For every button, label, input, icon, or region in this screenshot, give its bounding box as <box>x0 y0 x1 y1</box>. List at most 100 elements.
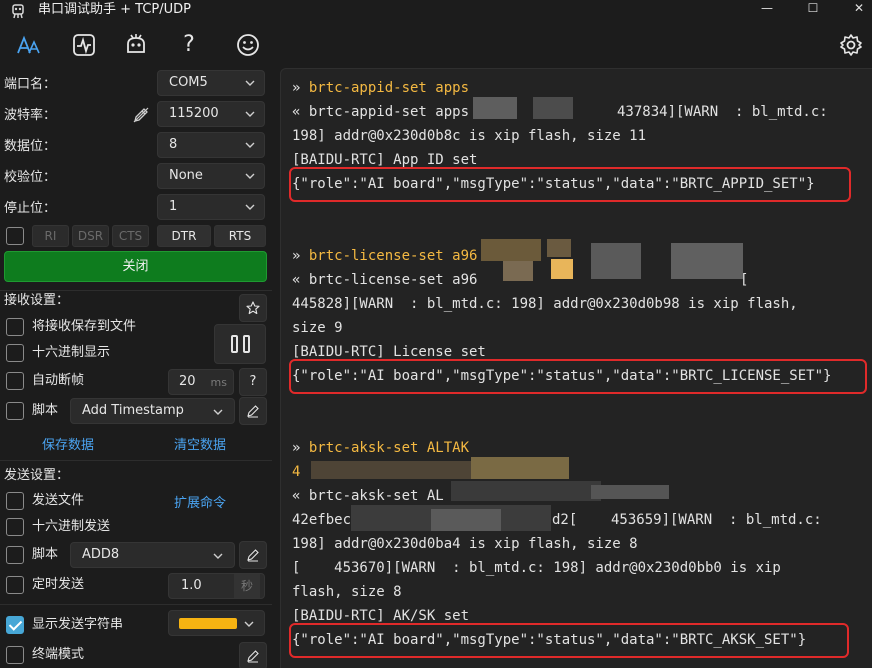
save-data-link[interactable]: 保存数据 <box>42 434 94 453</box>
pause-icon <box>231 335 238 353</box>
redacted-block <box>471 457 569 479</box>
maximize-button[interactable]: ☐ <box>790 0 836 18</box>
send-script-value: ADD8 <box>82 547 120 562</box>
smiley-icon[interactable] <box>235 32 261 58</box>
baud-select[interactable]: 115200 <box>157 101 265 127</box>
terminal-mode-checkbox[interactable] <box>6 646 24 664</box>
receive-script-select[interactable]: Add Timestamp <box>70 398 235 424</box>
auto-frame-label: 自动断帧 <box>32 373 85 388</box>
close-port-button[interactable]: 关闭 <box>4 251 267 282</box>
terminal-line: 437834][WARN : bl_mtd.c: <box>617 104 828 120</box>
pen-icon <box>247 405 259 418</box>
hex-display-checkbox[interactable] <box>6 344 24 362</box>
extend-command-link[interactable]: 扩展命令 <box>174 492 226 511</box>
redacted-block <box>481 239 541 261</box>
send-script-checkbox[interactable] <box>6 546 24 564</box>
hex-send-checkbox[interactable] <box>6 518 24 536</box>
receive-terminal[interactable]: » brtc-appid-set apps « brtc-appid-set a… <box>280 68 872 668</box>
terminal-command-line: » brtc-appid-set apps <box>292 79 469 97</box>
font-size-icon[interactable] <box>16 32 42 58</box>
timed-send-unit: 秒 <box>234 574 260 598</box>
window-title: 串口调试助手 + TCP/UDP <box>38 2 191 17</box>
redacted-block <box>547 239 571 257</box>
send-file-checkbox[interactable] <box>6 492 24 510</box>
chevron-down-icon <box>244 621 254 627</box>
timed-send-checkbox[interactable] <box>6 576 24 594</box>
terminal-command-line: » brtc-license-set a96 <box>292 247 477 265</box>
redacted-block <box>451 481 601 501</box>
chevron-down-icon <box>245 204 255 210</box>
edit-send-script-button[interactable] <box>239 541 267 569</box>
bot-icon[interactable] <box>123 32 149 58</box>
edit-receive-script-button[interactable] <box>239 397 267 425</box>
send-color-picker[interactable] <box>168 610 265 636</box>
receive-script-checkbox[interactable] <box>6 402 24 420</box>
databits-select[interactable]: 8 <box>157 132 265 158</box>
chevron-down-icon <box>213 553 223 559</box>
save-to-file-label: 将接收保存到文件 <box>32 319 137 334</box>
chevron-down-icon <box>245 80 255 86</box>
auto-frame-checkbox[interactable] <box>6 372 24 390</box>
ri-indicator: RI <box>32 225 69 247</box>
terminal-mode-label: 终端模式 <box>32 647 85 662</box>
terminal-command-line: » brtc-aksk-set ALTAK <box>292 439 469 457</box>
pause-button[interactable] <box>214 324 266 364</box>
hex-display-label: 十六进制显示 <box>32 345 111 360</box>
prompt-glyph: » <box>292 80 309 96</box>
parity-label: 校验位： <box>4 170 57 185</box>
dsr-indicator: DSR <box>72 225 109 247</box>
command-text: brtc-license-set a96 <box>308 248 478 264</box>
auto-frame-help-button[interactable]: ? <box>239 368 267 396</box>
parity-value: None <box>169 168 203 183</box>
parity-select[interactable]: None <box>157 163 265 189</box>
terminal-line: size 9 <box>292 320 343 336</box>
cts-indicator: CTS <box>112 225 149 247</box>
edit-baud-icon[interactable] <box>132 106 150 124</box>
flow-control-checkbox[interactable] <box>6 227 24 245</box>
terminal-scrollbar[interactable] <box>868 77 871 637</box>
terminal-line: « brtc-license-set a96 <box>292 272 478 288</box>
gear-icon[interactable] <box>838 32 864 58</box>
baud-label: 波特率： <box>4 108 57 123</box>
pen-icon <box>247 650 259 663</box>
prompt-glyph: » <box>292 440 309 456</box>
clear-data-link[interactable]: 清空数据 <box>174 434 226 453</box>
stopbits-value: 1 <box>169 199 178 214</box>
minimize-button[interactable]: — <box>744 0 790 18</box>
show-send-string-checkbox[interactable] <box>6 616 24 634</box>
rts-toggle[interactable]: RTS <box>214 225 266 247</box>
redacted-block <box>591 243 641 279</box>
show-send-string-label: 显示发送字符串 <box>32 617 124 632</box>
terminal-line: flash, size 8 <box>292 584 402 600</box>
terminal-line: d2[ 453659][WARN : bl_mtd.c: <box>552 512 822 528</box>
favorite-button[interactable] <box>239 294 267 322</box>
redacted-block <box>503 261 533 281</box>
waveform-icon[interactable] <box>71 32 97 58</box>
auto-frame-input[interactable]: 20 ms <box>168 369 234 395</box>
stopbits-select[interactable]: 1 <box>157 194 265 220</box>
divider <box>0 604 272 605</box>
close-window-button[interactable]: ✕ <box>836 0 872 18</box>
stopbits-label: 停止位： <box>4 201 57 216</box>
redacted-block <box>473 97 517 119</box>
dtr-toggle[interactable]: DTR <box>157 225 211 247</box>
receive-script-value: Add Timestamp <box>82 403 184 418</box>
main-toolbar: ? <box>0 22 872 68</box>
timed-send-interval-input[interactable]: 1.0 秒 <box>168 573 265 599</box>
receive-section-label: 接收设置： <box>4 293 70 308</box>
settings-panel: 端口名： COM5 波特率： 115200 数据位： 8 校验位： None 停… <box>0 68 272 668</box>
divider <box>0 290 272 291</box>
send-script-select[interactable]: ADD8 <box>70 542 235 568</box>
edit-terminal-button[interactable] <box>239 642 267 668</box>
terminal-line: 4 <box>292 464 301 480</box>
baud-value: 115200 <box>169 106 219 121</box>
save-to-file-checkbox[interactable] <box>6 318 24 336</box>
terminal-line: 198] addr@0x230d0b8c is xip flash, size … <box>292 128 647 144</box>
terminal-line: 445828][WARN : bl_mtd.c: 198] addr@0x230… <box>292 296 798 312</box>
pause-icon-bar <box>243 335 250 353</box>
help-icon[interactable]: ? <box>176 32 202 58</box>
command-text: brtc-aksk-set ALTAK <box>308 440 470 456</box>
redacted-block <box>431 509 501 531</box>
port-select[interactable]: COM5 <box>157 70 265 96</box>
auto-frame-unit: ms <box>210 376 227 389</box>
